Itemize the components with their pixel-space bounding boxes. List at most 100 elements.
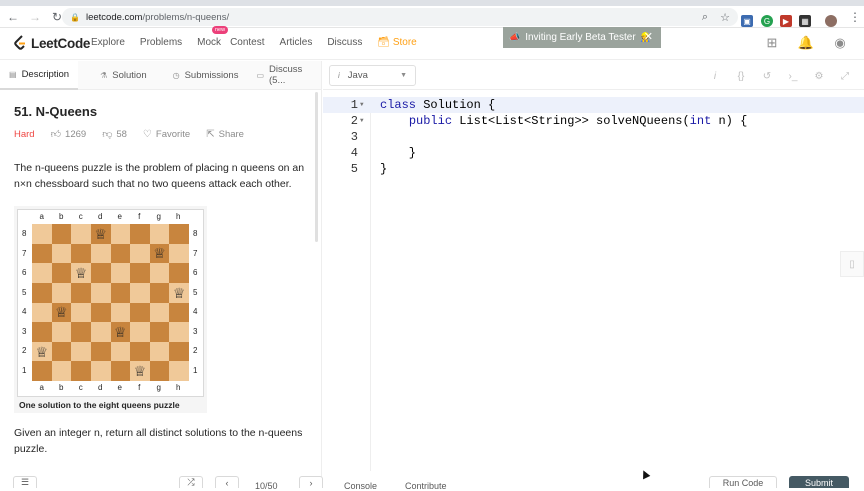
user-avatar-icon[interactable]: ◉	[832, 35, 848, 51]
tab-submissions[interactable]: ◷ Submissions	[164, 61, 248, 90]
language-select[interactable]: i Java ▼	[329, 64, 416, 86]
rank-label: 5	[193, 287, 198, 297]
board-square	[130, 322, 150, 342]
profile-avatar[interactable]	[825, 15, 837, 27]
file-label: a	[39, 212, 44, 221]
nav-store[interactable]: 🗃 Store	[377, 37, 431, 48]
board-square	[51, 224, 72, 244]
file-label: a	[39, 383, 44, 392]
board-square	[51, 243, 72, 264]
prev-button[interactable]: ‹	[215, 476, 239, 488]
nav-mock[interactable]: Mock	[197, 37, 221, 48]
code-line[interactable]: 5 }	[323, 161, 864, 177]
rank-label: 4	[193, 307, 198, 316]
share-label: Share	[218, 128, 244, 140]
braces-icon[interactable]: {}	[734, 69, 748, 83]
rank-label: 4	[22, 307, 27, 316]
bookmark-star-icon[interactable]: ☆	[718, 10, 732, 24]
address-bar[interactable]: 🔒 leetcode.com/problems/n-queens/	[62, 8, 738, 26]
submit-label: Submit	[804, 477, 833, 488]
queen-icon: ♕	[94, 225, 107, 242]
code-line[interactable]: 1 ▼ class Solution {	[323, 97, 864, 113]
contribute-button[interactable]: Contribute	[405, 481, 447, 491]
leetcode-logo[interactable]: LeetCode	[14, 35, 90, 51]
board-square	[71, 302, 91, 323]
forward-icon[interactable]: →	[26, 8, 44, 26]
menu-kebab-icon[interactable]: ⋮	[846, 8, 864, 26]
tab-submissions-label: Submissions	[184, 69, 239, 81]
notification-bell-icon[interactable]: 🔔	[798, 35, 814, 51]
file-label: d	[98, 383, 103, 392]
zoom-icon[interactable]: ⌕	[698, 10, 712, 24]
code-line[interactable]: 4 }	[323, 145, 864, 161]
board-square	[149, 263, 170, 283]
tab-discuss[interactable]: ▭ Discuss (5...	[247, 61, 321, 90]
extension-icon[interactable]: ▦	[799, 15, 811, 27]
console-button[interactable]: Console	[344, 481, 377, 491]
board-square	[51, 282, 72, 303]
settings-gear-icon[interactable]: ⚙	[812, 69, 826, 83]
board-square	[71, 341, 91, 362]
close-icon[interactable]: ✕	[644, 30, 653, 43]
favorite-label: Favorite	[155, 128, 191, 140]
board-square	[169, 361, 189, 381]
side-panel-toggle-icon[interactable]: ▯	[840, 251, 864, 277]
board-square	[71, 282, 91, 303]
board-square	[130, 302, 150, 323]
grammarly-icon[interactable]: G	[761, 15, 773, 27]
board-square	[32, 322, 52, 342]
nav-discuss[interactable]: Discuss	[327, 37, 362, 48]
code-editor[interactable]: 1 ▼ class Solution { 2 ▼ public List<Lis…	[323, 91, 864, 471]
extension-icon[interactable]: ▶	[780, 15, 792, 27]
tab-solution[interactable]: ⚗ Solution	[91, 61, 156, 90]
fold-arrow-icon[interactable]: ▼	[360, 97, 364, 113]
code-line[interactable]: 3	[323, 129, 864, 145]
fullscreen-icon[interactable]: ⤢	[838, 69, 852, 83]
code-text: class Solution {	[380, 98, 496, 112]
run-code-button[interactable]: Run Code	[709, 476, 777, 488]
chevron-right-icon: ›	[309, 477, 313, 488]
terminal-icon[interactable]: ›_	[786, 69, 800, 83]
random-button[interactable]: ⤮	[179, 476, 203, 488]
like-button[interactable]: 👍︎ 1269	[51, 128, 87, 141]
board-square	[90, 361, 111, 381]
info-icon[interactable]: i	[708, 69, 722, 83]
beta-banner[interactable]: 📣 Inviting Early Beta Tester 👷 ✕	[503, 27, 661, 48]
nav-store-label: Store	[392, 37, 417, 48]
board-square	[110, 282, 131, 303]
tab-description[interactable]: ▤ Description	[0, 60, 79, 90]
board-square: ♕	[149, 243, 170, 264]
code-line[interactable]: 2 ▼ public List<List<String>> solveNQuee…	[323, 113, 864, 129]
heart-icon: ♡	[142, 128, 152, 140]
nav-articles[interactable]: Articles	[280, 37, 313, 48]
dislike-button[interactable]: 👎︎ 58	[102, 128, 127, 141]
nav-explore[interactable]: Explore	[91, 37, 125, 48]
board-square	[169, 263, 189, 283]
reset-icon[interactable]: ↺	[760, 69, 774, 83]
playground-icon[interactable]: ⊞	[764, 35, 780, 51]
favorite-button[interactable]: ♡ Favorite	[143, 129, 190, 140]
rank-label: 3	[193, 326, 198, 336]
fold-arrow-icon[interactable]: ▼	[360, 113, 364, 129]
rank-label: 2	[22, 346, 27, 355]
submit-button[interactable]: Submit	[789, 476, 849, 488]
board-square	[169, 341, 189, 362]
scrollbar[interactable]	[315, 92, 318, 242]
next-button[interactable]: ›	[299, 476, 323, 488]
problem-list-button[interactable]: ☰	[13, 476, 37, 488]
extension-icon[interactable]: ▣	[741, 15, 753, 27]
back-icon[interactable]: ←	[4, 8, 22, 26]
share-button[interactable]: ⇱ Share	[206, 129, 244, 140]
nav-contest[interactable]: Contest	[230, 37, 264, 48]
line-number: 3	[350, 130, 358, 144]
line-number: 5	[350, 162, 358, 176]
code-text: public List<List<String>> solveNQueens(i…	[408, 114, 748, 128]
rank-label: 5	[22, 287, 27, 297]
nav-problems[interactable]: Problems	[140, 37, 182, 48]
board-square	[149, 282, 170, 303]
board-square	[32, 224, 52, 244]
file-label: c	[78, 383, 83, 392]
queen-icon: ♕	[114, 323, 127, 340]
rank-label: 2	[193, 346, 198, 355]
difficulty-badge: Hard	[14, 128, 35, 140]
